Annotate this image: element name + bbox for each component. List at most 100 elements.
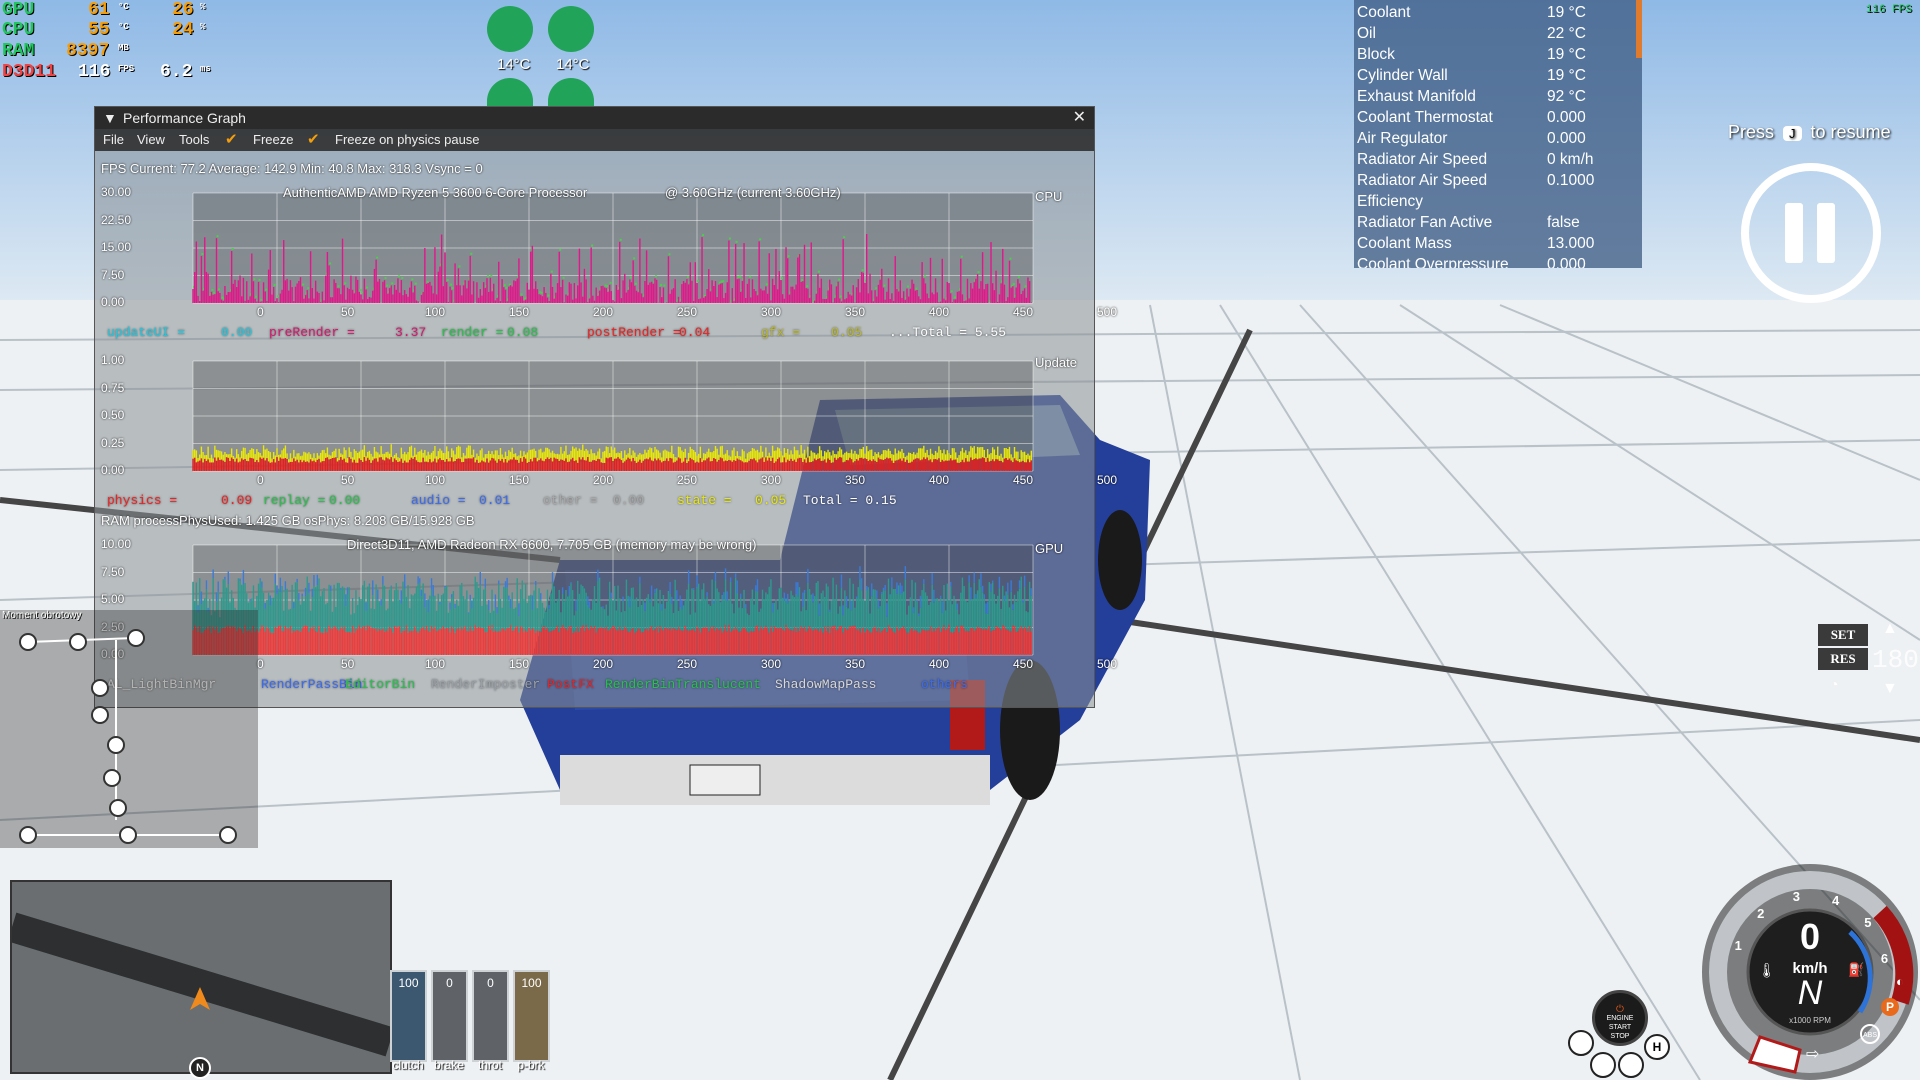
cpu-point — [634, 282, 637, 285]
thermal-row-value: 19 °C — [1547, 67, 1586, 84]
cpu-point — [391, 282, 394, 285]
perf-title-bar[interactable]: ▼ Performance Graph ✕ — [95, 107, 1094, 129]
cpu-xtick: 350 — [845, 305, 866, 319]
thermal-row-label: Radiator Fan Active — [1357, 214, 1493, 231]
cpu-point — [702, 234, 705, 237]
gpu-legend-item: ShadowMapPass — [775, 677, 877, 692]
thermal-row: Cylinder Wall 19 °C — [1357, 65, 1637, 86]
cpu-point — [1012, 283, 1015, 286]
cpu-xtick: 0 — [257, 305, 264, 319]
cpu-xtick: 100 — [425, 305, 446, 319]
upd-ytick: 0.00 — [101, 463, 125, 477]
range-hi-icon[interactable]: H — [1644, 1034, 1670, 1060]
thermal-row-value: 92 °C — [1547, 88, 1586, 105]
cpu-xtick: 400 — [929, 305, 950, 319]
thermal-row-label: Air Regulator — [1357, 130, 1448, 147]
cpu-point — [817, 270, 820, 273]
menu-view[interactable]: View — [137, 129, 165, 151]
menu-tools[interactable]: Tools — [179, 129, 209, 151]
cruise-up-icon[interactable]: ▲ — [1882, 620, 1898, 638]
upd-xtick: 100 — [425, 473, 446, 487]
speed-value: 0 — [1799, 916, 1821, 957]
thermal-row: Radiator Air Speed 0.1000 — [1357, 170, 1637, 191]
thermal-row-value: 0.000 — [1547, 130, 1586, 147]
thermal-row: Exhaust Manifold 92 °C — [1357, 86, 1637, 107]
thermal-row-value: 0 km/h — [1547, 151, 1594, 168]
cruise-res-button[interactable]: RES — [1818, 648, 1868, 670]
upd-xtick: 0 — [257, 473, 264, 487]
cpu-point — [728, 237, 731, 240]
thermal-row-value: 22 °C — [1547, 25, 1586, 42]
cpu-xtick: 300 — [761, 305, 782, 319]
cpu-legend-item: render = — [441, 325, 504, 340]
cpu-point — [201, 252, 204, 255]
upd-xtick: 50 — [341, 473, 355, 487]
cruise-down-icon[interactable]: ▼ — [1882, 680, 1898, 698]
cpu-point — [960, 255, 963, 258]
cpu-point — [801, 278, 804, 281]
ram-unit: MB — [118, 43, 129, 53]
minimap[interactable] — [10, 880, 392, 1074]
rpm-tick-label: 5 — [1864, 915, 1872, 931]
dashboard-gauge: 123456 0 km/h N x1000 RPM 🌡 ⛽ P ABS ◐ ⇦ … — [1700, 862, 1920, 1080]
cpu-point — [861, 269, 864, 272]
upd-ytick: 0.75 — [101, 380, 125, 395]
cpu-point — [376, 256, 379, 259]
cpu-point — [258, 278, 261, 281]
thermal-row-label: Cylinder Wall — [1357, 67, 1448, 84]
cpu-point — [1017, 276, 1020, 279]
cpu-ytick: 30.00 — [101, 185, 132, 199]
thermal-row-value: 0.000 — [1547, 109, 1586, 126]
cpu-temp-unit: °C — [118, 22, 129, 32]
update-graph — [192, 360, 1034, 472]
cpu-point — [915, 287, 918, 290]
upd-xtick: 250 — [677, 473, 698, 487]
fuel-icon: ⛽ — [1848, 962, 1865, 977]
engine-start-stop-button[interactable]: ⏻ ENGINE START STOP — [1592, 990, 1648, 1046]
press-text: Press — [1728, 122, 1775, 142]
cpu-point — [606, 285, 609, 288]
cpu-legend-item: updateUI = — [107, 325, 186, 340]
keyboard-key-icon: J — [1783, 126, 1802, 141]
cpu-legend-item: 0.05 — [831, 325, 863, 340]
gpu-xtick: 200 — [593, 657, 614, 671]
cpu-label: CPU — [2, 20, 35, 40]
cpu-xtick: 450 — [1013, 305, 1034, 319]
pause-icon[interactable] — [1741, 163, 1881, 303]
cruise-speed: 180 — [1872, 645, 1919, 675]
cpu-ytick: 7.50 — [101, 267, 125, 282]
cpu-graph — [192, 192, 1034, 304]
close-icon[interactable]: ✕ — [1073, 107, 1086, 129]
cpu-point — [781, 277, 783, 280]
cpu-clock: @ 3.60GHz (current 3.60GHz) — [665, 185, 841, 200]
upd-legend-item: Total = 0.15 — [803, 493, 897, 508]
menu-file[interactable]: File — [103, 129, 124, 151]
driveshaft-icon[interactable] — [1618, 1052, 1644, 1078]
cruise-speedometer-icon: ◔ — [1830, 676, 1839, 692]
gpu-ytick: 10.00 — [101, 537, 132, 551]
pedal-value: 100 — [521, 976, 542, 990]
engine-line3: STOP — [1610, 1033, 1630, 1040]
upd-ytick: 0.50 — [101, 408, 125, 422]
cpu-legend-item: gfx = — [761, 325, 801, 340]
cpu-point — [660, 284, 663, 287]
cpu-point — [307, 287, 310, 290]
thermal-row-label: Exhaust Manifold — [1357, 88, 1476, 105]
temperature-icon: 🌡 — [1758, 962, 1776, 978]
cpu-xtick: 500 — [1097, 305, 1118, 319]
gpu-xtick: 250 — [677, 657, 698, 671]
scrollbar-thumb[interactable] — [1636, 0, 1642, 58]
upd-legend-item: 0.00 — [329, 493, 361, 508]
collapse-triangle-icon[interactable]: ▼ — [103, 107, 117, 129]
gpu-legend-item: EditorBin — [345, 677, 416, 692]
cpu-point — [450, 283, 453, 286]
freeze-checkbox[interactable]: ✔ — [225, 132, 239, 147]
diff-lock-icon[interactable] — [1568, 1030, 1594, 1056]
brake-right-temp: 14°C — [556, 56, 590, 73]
cruise-set-button[interactable]: SET — [1818, 624, 1868, 646]
cpu-load: 24 — [172, 20, 194, 40]
pedal-label: clutch — [392, 1058, 424, 1072]
cpu-temp: 55 — [88, 20, 110, 40]
awd-icon[interactable] — [1590, 1052, 1616, 1078]
freeze-physics-checkbox[interactable]: ✔ — [307, 132, 321, 147]
